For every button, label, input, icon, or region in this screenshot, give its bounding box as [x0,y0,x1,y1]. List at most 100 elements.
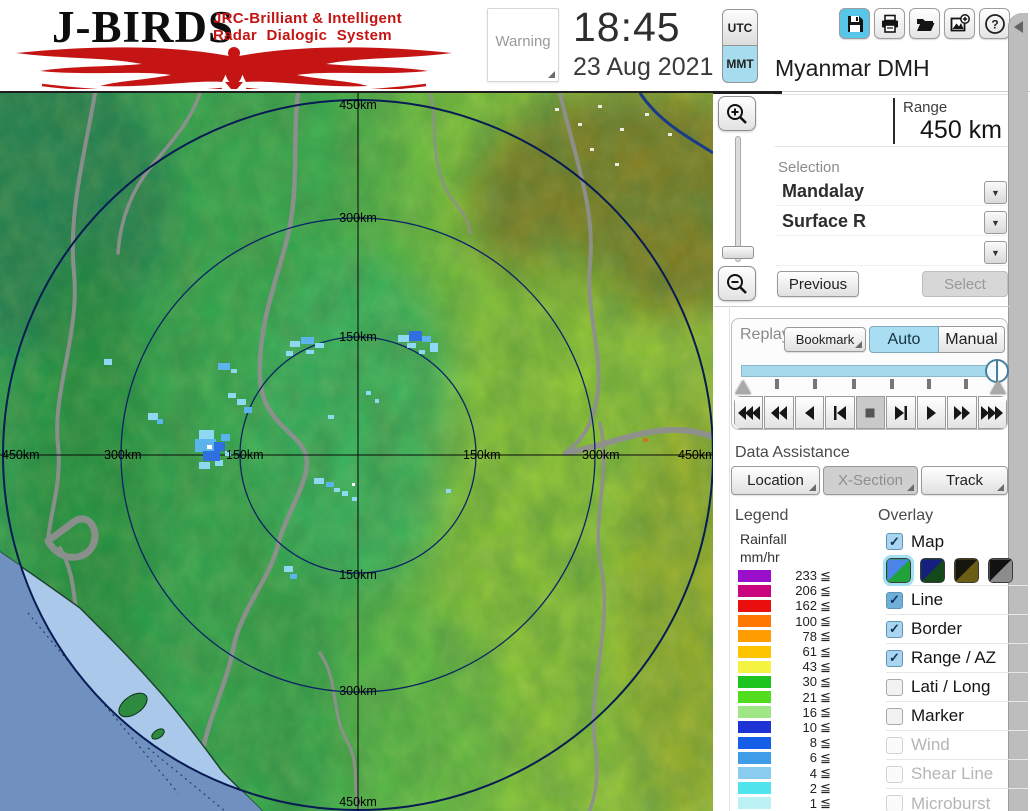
warning-label: Warning [495,33,550,50]
utc-button[interactable]: UTC [722,9,758,46]
legend-swatch [738,661,771,673]
replay-timeline-track[interactable] [741,365,999,377]
mmt-button[interactable]: MMT [722,46,758,83]
timeline-end-marker[interactable] [990,380,1006,394]
open-file-button[interactable] [909,8,940,39]
timeline-tick [813,379,817,389]
bookmark-button[interactable]: Bookmark [784,327,866,352]
select-button[interactable]: Select [922,271,1008,297]
legend-row: 1≦ [738,796,848,811]
panel-divider [782,91,1030,92]
marker-checkbox[interactable] [886,708,903,725]
overlay-row-microburst: Microburst [886,789,1028,811]
overlay-row-range-az[interactable]: Range / AZ [886,644,1028,673]
lati-long-checkbox[interactable] [886,679,903,696]
ring-label-450-left: 450km [2,448,40,462]
product-dropdown-button[interactable]: ▼ [984,211,1007,234]
print-icon [880,14,900,34]
border-checkbox[interactable] [886,621,903,638]
help-button[interactable]: ? [979,8,1010,39]
ring-label-300-right: 300km [582,448,620,462]
radar-map[interactable]: 450km 300km 150km 150km 300km 450km 450k… [0,93,713,811]
fast-forward-icon [950,405,974,421]
timeline-tick [852,379,856,389]
app-logo-title: J-BIRDS [52,5,234,50]
product-dropdown[interactable]: Surface R ▼ [775,209,1008,236]
legend-swatch [738,706,771,718]
previous-button[interactable]: Previous [777,271,859,297]
legend-unit-line2: mm/hr [740,549,780,565]
map-style-dark[interactable] [920,558,945,583]
zoom-slider-track[interactable] [735,136,741,262]
timezone-toggle: UTC MMT [722,9,758,83]
legend-unit-line1: Rainfall [740,531,787,547]
fastest-forward-button[interactable] [978,396,1007,429]
manual-mode-button[interactable]: Manual [939,326,1005,353]
auto-mode-button[interactable]: Auto [869,326,939,353]
step-back-button[interactable] [825,396,854,429]
ring-label-300-top: 300km [339,211,377,225]
range-az-checkbox[interactable] [886,650,903,667]
legend-row: 2≦ [738,781,848,796]
range-label: Range [903,99,947,116]
jbirds-application: J-BIRDS JRC-Brilliant & Intelligent Rada… [0,0,1030,811]
timeline-start-marker[interactable] [735,380,751,394]
map-style-olive[interactable] [954,558,979,583]
stop-icon [858,405,882,421]
zoom-out-icon [725,272,749,296]
legend-label: Legend [735,507,788,525]
option-dropdown[interactable]: ▼ [775,239,1008,266]
overlay-label: Overlay [878,507,933,525]
legend-swatch [738,721,771,733]
ring-label-150-left: 150km [226,448,264,462]
timeline-tick [890,379,894,389]
app-logo-subtitle-2: Radar Dialogic System [213,28,392,44]
legend-row: 162≦ [738,598,848,613]
overlay-options: Map Line Border [886,528,1028,811]
legend-swatch [738,676,771,688]
legend-row: 16≦ [738,705,848,720]
save-button[interactable] [839,8,870,39]
range-value: 450 km [920,116,1002,145]
overlay-row-map[interactable]: Map [886,528,1028,555]
fast-forward-button[interactable] [947,396,976,429]
chevron-down-icon: ▼ [991,188,1000,198]
overlay-row-line[interactable]: Line [886,586,1028,615]
stop-button[interactable] [856,396,885,429]
range-box: Range 450 km [775,94,1008,147]
panel-left-border [729,306,730,811]
step-forward-button[interactable] [886,396,915,429]
site-dropdown[interactable]: Mandalay ▼ [775,179,1008,206]
play-button[interactable] [917,396,946,429]
overlay-row-border[interactable]: Border [886,615,1028,644]
legend-swatch [738,752,771,764]
step-forward-icon [889,405,913,421]
legend-swatch [738,570,771,582]
map-checkbox[interactable] [886,533,903,550]
station-title: Myanmar DMH [775,55,930,82]
svg-text:?: ? [991,17,998,31]
replay-panel: Replay Bookmark Auto Manual [731,318,1008,430]
zoom-slider-handle[interactable] [722,246,754,259]
print-button[interactable] [874,8,905,39]
location-button[interactable]: Location [731,466,820,495]
option-dropdown-button[interactable]: ▼ [984,241,1007,264]
legend-row: 8≦ [738,735,848,750]
line-checkbox[interactable] [886,592,903,609]
zoom-in-button[interactable] [718,96,756,131]
map-style-terrain[interactable] [886,558,911,583]
legend-swatch [738,585,771,597]
site-dropdown-button[interactable]: ▼ [984,181,1007,204]
xsection-button[interactable]: X-Section [823,466,918,495]
zoom-out-button[interactable] [718,266,756,301]
snapshot-button[interactable] [944,8,975,39]
overlay-row-lati-long[interactable]: Lati / Long [886,673,1028,702]
rewind-button[interactable] [764,396,793,429]
legend-row: 100≦ [738,614,848,629]
play-reverse-button[interactable] [795,396,824,429]
map-style-gray[interactable] [988,558,1013,583]
track-button[interactable]: Track [921,466,1008,495]
fast-rewind-button[interactable] [734,396,763,429]
overlay-row-marker[interactable]: Marker [886,702,1028,731]
warning-button[interactable]: Warning [487,8,559,82]
